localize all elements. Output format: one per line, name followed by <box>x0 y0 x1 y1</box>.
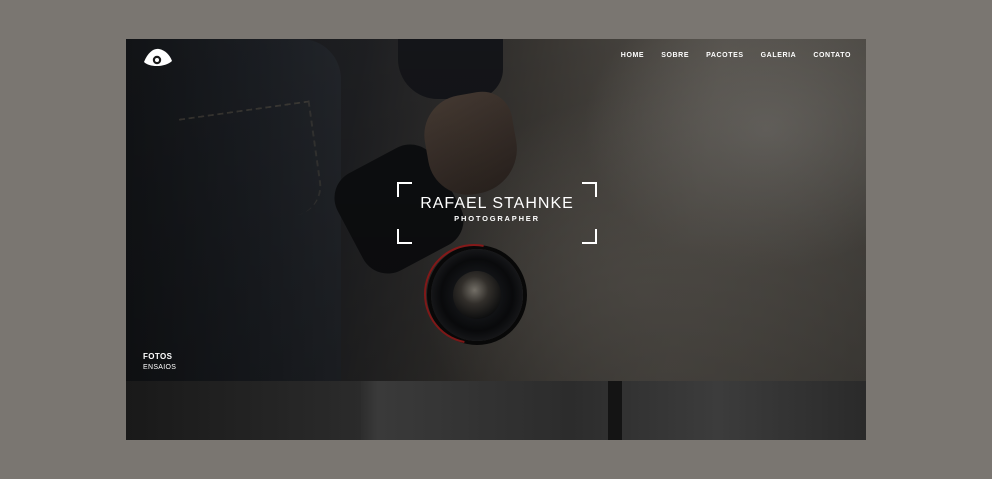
hero-section: HOME SOBRE PACOTES GALERIA CONTATO RAFAE… <box>126 39 866 381</box>
eye-logo-icon[interactable] <box>142 45 173 69</box>
frame-corner-icon <box>397 229 412 244</box>
hero-subtitle: PHOTOGRAPHER <box>454 214 540 223</box>
title-frame: RAFAEL STAHNKE PHOTOGRAPHER <box>397 182 597 244</box>
about-photo-strap <box>608 381 622 440</box>
nav-item-contato[interactable]: CONTATO <box>813 52 851 59</box>
hero-title: RAFAEL STAHNKE <box>420 195 574 212</box>
about-section <box>126 381 866 440</box>
nav-item-galeria[interactable]: GALERIA <box>761 52 797 59</box>
nav-item-home[interactable]: HOME <box>621 52 644 59</box>
nav-item-pacotes[interactable]: PACOTES <box>706 52 744 59</box>
hero-tag-fotos: FOTOS <box>143 352 173 361</box>
main-nav: HOME SOBRE PACOTES GALERIA CONTATO <box>621 52 851 59</box>
about-panel <box>126 381 361 440</box>
hero-tag-ensaios: ENSAIOS <box>143 364 177 371</box>
nav-item-sobre[interactable]: SOBRE <box>661 52 689 59</box>
website-frame: HOME SOBRE PACOTES GALERIA CONTATO RAFAE… <box>126 39 866 440</box>
frame-corner-icon <box>582 229 597 244</box>
